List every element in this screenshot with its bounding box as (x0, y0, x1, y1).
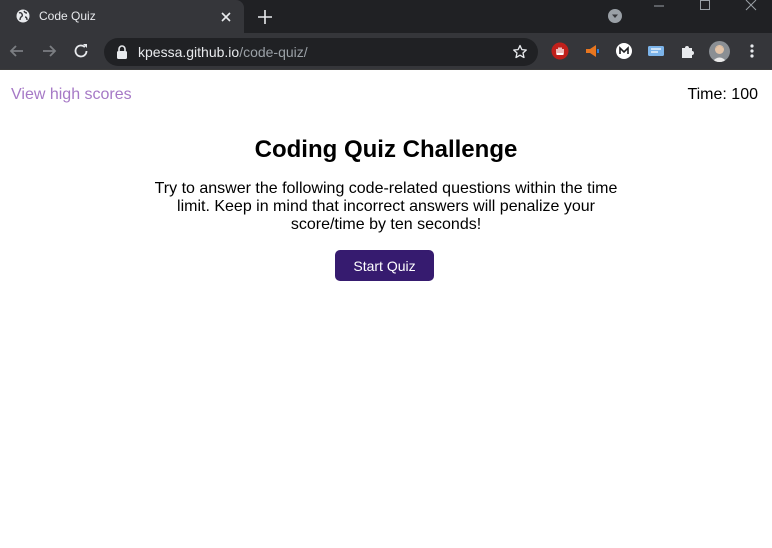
extension-m-icon[interactable] (615, 42, 633, 60)
kebab-menu-icon[interactable] (745, 42, 759, 60)
start-quiz-button[interactable]: Start Quiz (335, 250, 434, 281)
tab-strip: Code Quiz (0, 0, 772, 33)
puzzle-icon[interactable] (679, 42, 697, 60)
maximize-icon[interactable] (682, 0, 728, 33)
forward-arrow-icon[interactable] (39, 41, 59, 61)
browser-tab[interactable]: Code Quiz (0, 0, 244, 33)
url-host: kpessa.github.io (138, 44, 240, 60)
extension-bookmark-icon[interactable] (647, 42, 665, 60)
star-icon[interactable] (512, 44, 528, 60)
back-arrow-icon[interactable] (7, 41, 27, 61)
extension-megaphone-icon[interactable] (583, 42, 601, 60)
url-path: /code-quiz/ (239, 44, 308, 60)
lock-icon[interactable] (116, 45, 128, 59)
timer-value: 100 (731, 86, 758, 103)
window-close-icon[interactable] (728, 0, 772, 33)
url-text[interactable]: kpessa.github.io/code-quiz/ (138, 44, 308, 60)
tab-title: Code Quiz (39, 9, 96, 23)
avatar[interactable] (709, 41, 730, 62)
extension-stop-icon[interactable] (551, 42, 569, 60)
close-icon[interactable] (218, 9, 234, 25)
page-title: Coding Quiz Challenge (254, 136, 518, 163)
address-bar[interactable]: kpessa.github.io/code-quiz/ (104, 38, 538, 66)
chevron-down-icon[interactable] (607, 8, 623, 24)
view-high-scores-link[interactable]: View high scores (11, 86, 132, 104)
minimize-icon[interactable] (636, 0, 682, 33)
plus-icon[interactable] (255, 7, 275, 27)
intro-text: Try to answer the following code-related… (154, 180, 618, 233)
page-content: View high scores Time: 100 Coding Quiz C… (0, 71, 772, 548)
timer-label: Time: (687, 86, 727, 103)
timer: Time: 100 (687, 86, 758, 104)
globe-icon (16, 9, 30, 23)
reload-icon[interactable] (71, 41, 91, 61)
